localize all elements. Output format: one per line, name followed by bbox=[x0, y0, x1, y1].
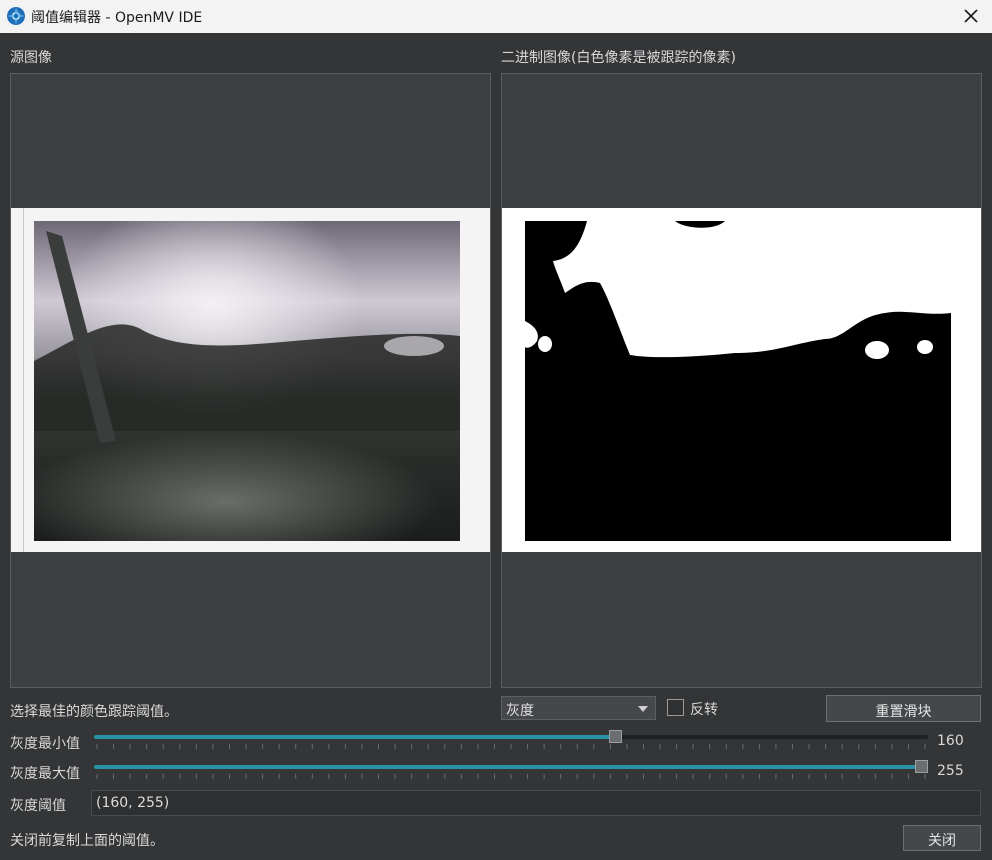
binary-image-panel bbox=[501, 73, 982, 688]
source-image-label: 源图像 bbox=[10, 50, 52, 66]
threshold-hint: 选择最佳的颜色跟踪阈值。 bbox=[10, 704, 178, 720]
binary-image-label: 二进制图像(白色像素是被跟踪的像素) bbox=[501, 50, 736, 66]
max-slider-value: 255 bbox=[937, 763, 964, 779]
min-slider[interactable] bbox=[94, 730, 928, 743]
binary-image-strip bbox=[502, 208, 981, 552]
threshold-value-field[interactable]: (160, 255) bbox=[91, 790, 981, 816]
threshold-label: 灰度阈值 bbox=[10, 798, 66, 814]
max-slider-ticks bbox=[94, 774, 928, 780]
max-slider-label: 灰度最大值 bbox=[10, 766, 80, 782]
mode-select[interactable]: 灰度 bbox=[501, 696, 656, 720]
close-button[interactable]: 关闭 bbox=[903, 825, 981, 851]
max-slider-fill bbox=[94, 765, 928, 769]
dialog-body: 源图像 二进制图像(白色像素是被跟踪的像素) 选择最佳的颜色跟踪阈值。 灰度 反… bbox=[0, 33, 992, 860]
binary-camera-image bbox=[525, 221, 951, 541]
min-slider-fill bbox=[94, 735, 617, 739]
min-slider-tick-marks bbox=[96, 744, 926, 749]
max-slider-tick-marks bbox=[96, 774, 926, 779]
chevron-down-icon bbox=[638, 706, 648, 712]
title-bar: 阈值编辑器 - OpenMV IDE bbox=[0, 0, 992, 33]
mode-select-value: 灰度 bbox=[506, 703, 534, 719]
source-image-panel bbox=[10, 73, 491, 688]
invert-checkbox[interactable] bbox=[667, 699, 684, 716]
source-image-render bbox=[34, 221, 460, 541]
max-slider-handle[interactable] bbox=[915, 760, 928, 773]
min-slider-label: 灰度最小值 bbox=[10, 736, 80, 752]
source-image-strip bbox=[11, 208, 490, 552]
close-icon[interactable] bbox=[960, 5, 982, 27]
binary-image-render bbox=[525, 221, 951, 541]
reset-sliders-button[interactable]: 重置滑块 bbox=[826, 695, 981, 722]
invert-label[interactable]: 反转 bbox=[690, 699, 718, 719]
openmv-logo-icon bbox=[7, 7, 25, 25]
footer-note: 关闭前复制上面的阈值。 bbox=[10, 833, 164, 849]
window-title: 阈值编辑器 - OpenMV IDE bbox=[31, 10, 203, 26]
min-slider-value: 160 bbox=[937, 733, 964, 749]
min-slider-handle[interactable] bbox=[609, 730, 622, 743]
max-slider[interactable] bbox=[94, 760, 928, 773]
source-camera-image bbox=[34, 221, 460, 541]
min-slider-ticks bbox=[94, 744, 928, 750]
